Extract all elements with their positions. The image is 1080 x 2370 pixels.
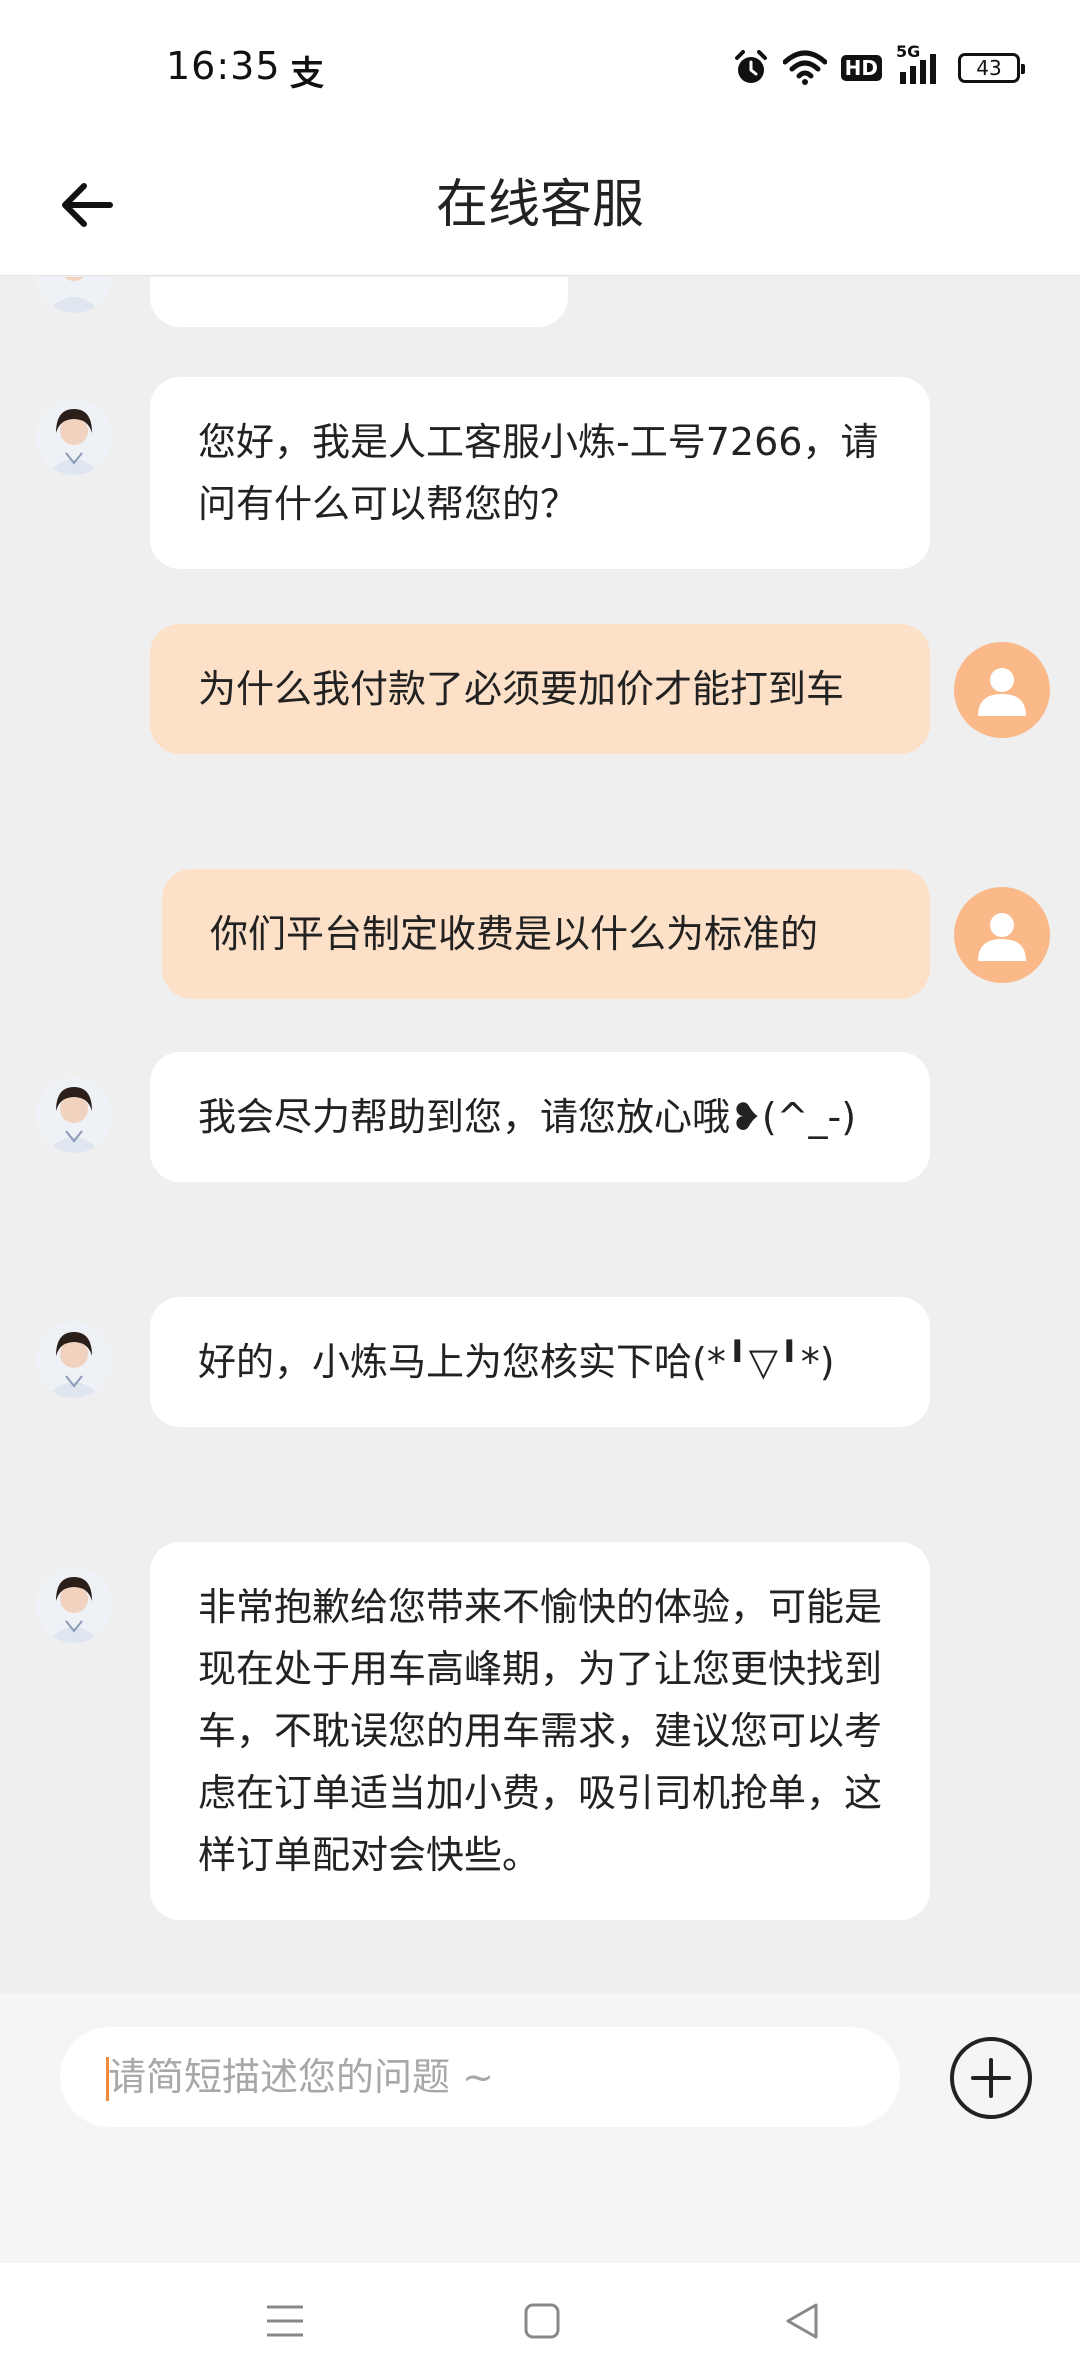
signal-icon: 5G bbox=[896, 42, 944, 88]
message-text: 好的，小炼马上为您核实下哈(*╹▽╹*) bbox=[198, 1340, 835, 1384]
status-time: 16:35 bbox=[166, 44, 281, 88]
alipay-notification-icon: 支 bbox=[290, 54, 324, 94]
system-nav-bar bbox=[0, 2263, 1080, 2370]
agent-avatar bbox=[36, 277, 112, 313]
agent-message-bubble: 我会尽力帮助到您，请您放心哦❥(^_-) bbox=[150, 1052, 930, 1182]
agent-avatar bbox=[36, 1322, 112, 1398]
input-placeholder: 请简短描述您的问题 ~ bbox=[108, 2055, 494, 2099]
agent-avatar bbox=[36, 1077, 112, 1153]
hd-icon: HD bbox=[840, 48, 882, 88]
menu-icon bbox=[267, 2305, 303, 2337]
chat-area[interactable]: 您好，我是人工客服小炼-工号7266，请问有什么可以帮您的？ 为什么我付款了必须… bbox=[0, 277, 1080, 1993]
home-square-icon bbox=[524, 2303, 560, 2339]
message-text: 为什么我付款了必须要加价才能打到车 bbox=[198, 667, 845, 711]
agent-message-bubble: 好的，小炼马上为您核实下哈(*╹▽╹*) bbox=[150, 1297, 930, 1427]
battery-icon: 43 bbox=[958, 48, 1025, 88]
user-message-bubble: 为什么我付款了必须要加价才能打到车 bbox=[150, 624, 930, 754]
network-type-label: 5G bbox=[896, 42, 921, 61]
agent-avatar bbox=[36, 399, 112, 475]
nav-home-button[interactable] bbox=[512, 2291, 572, 2351]
message-input[interactable]: 请简短描述您的问题 ~ bbox=[60, 2027, 900, 2127]
add-attachment-button[interactable] bbox=[950, 2037, 1032, 2119]
message-text: 你们平台制定收费是以什么为标准的 bbox=[210, 912, 819, 956]
user-message-bubble: 你们平台制定收费是以什么为标准的 bbox=[162, 869, 930, 999]
nav-back-button[interactable] bbox=[772, 2291, 832, 2351]
agent-message-bubble: 非常抱歉给您带来不愉快的体验，可能是现在处于用车高峰期，为了让您更快找到车，不耽… bbox=[150, 1542, 930, 1920]
battery-level: 43 bbox=[958, 53, 1025, 83]
page-title: 在线客服 bbox=[435, 175, 644, 235]
agent-avatar bbox=[36, 1567, 112, 1643]
user-avatar bbox=[954, 642, 1050, 738]
app-header: 在线客服 bbox=[0, 140, 1080, 276]
agent-message-bubble-partial bbox=[150, 277, 568, 327]
text-caret bbox=[106, 2057, 109, 2101]
user-silhouette-icon bbox=[978, 913, 1026, 961]
plus-circle-icon bbox=[971, 2058, 1011, 2098]
nav-menu-button[interactable] bbox=[255, 2291, 315, 2351]
message-text: 我会尽力帮助到您，请您放心哦❥(^_-) bbox=[198, 1095, 857, 1139]
message-text: 非常抱歉给您带来不愉快的体验，可能是现在处于用车高峰期，为了让您更快找到车，不耽… bbox=[198, 1585, 883, 1877]
alarm-icon bbox=[733, 48, 769, 88]
hd-label: HD bbox=[840, 55, 882, 81]
user-silhouette-icon bbox=[978, 668, 1026, 716]
back-triangle-icon bbox=[786, 2303, 818, 2339]
agent-message-bubble: 您好，我是人工客服小炼-工号7266，请问有什么可以帮您的？ bbox=[150, 377, 930, 569]
status-icons: HD 5G 43 bbox=[733, 42, 1025, 90]
status-bar: 16:35 支 HD 5G 43 bbox=[0, 0, 1080, 140]
input-bar: 请简短描述您的问题 ~ bbox=[0, 1993, 1080, 2263]
message-text: 您好，我是人工客服小炼-工号7266，请问有什么可以帮您的？ bbox=[198, 420, 879, 526]
user-avatar bbox=[954, 887, 1050, 983]
wifi-icon bbox=[782, 48, 827, 88]
